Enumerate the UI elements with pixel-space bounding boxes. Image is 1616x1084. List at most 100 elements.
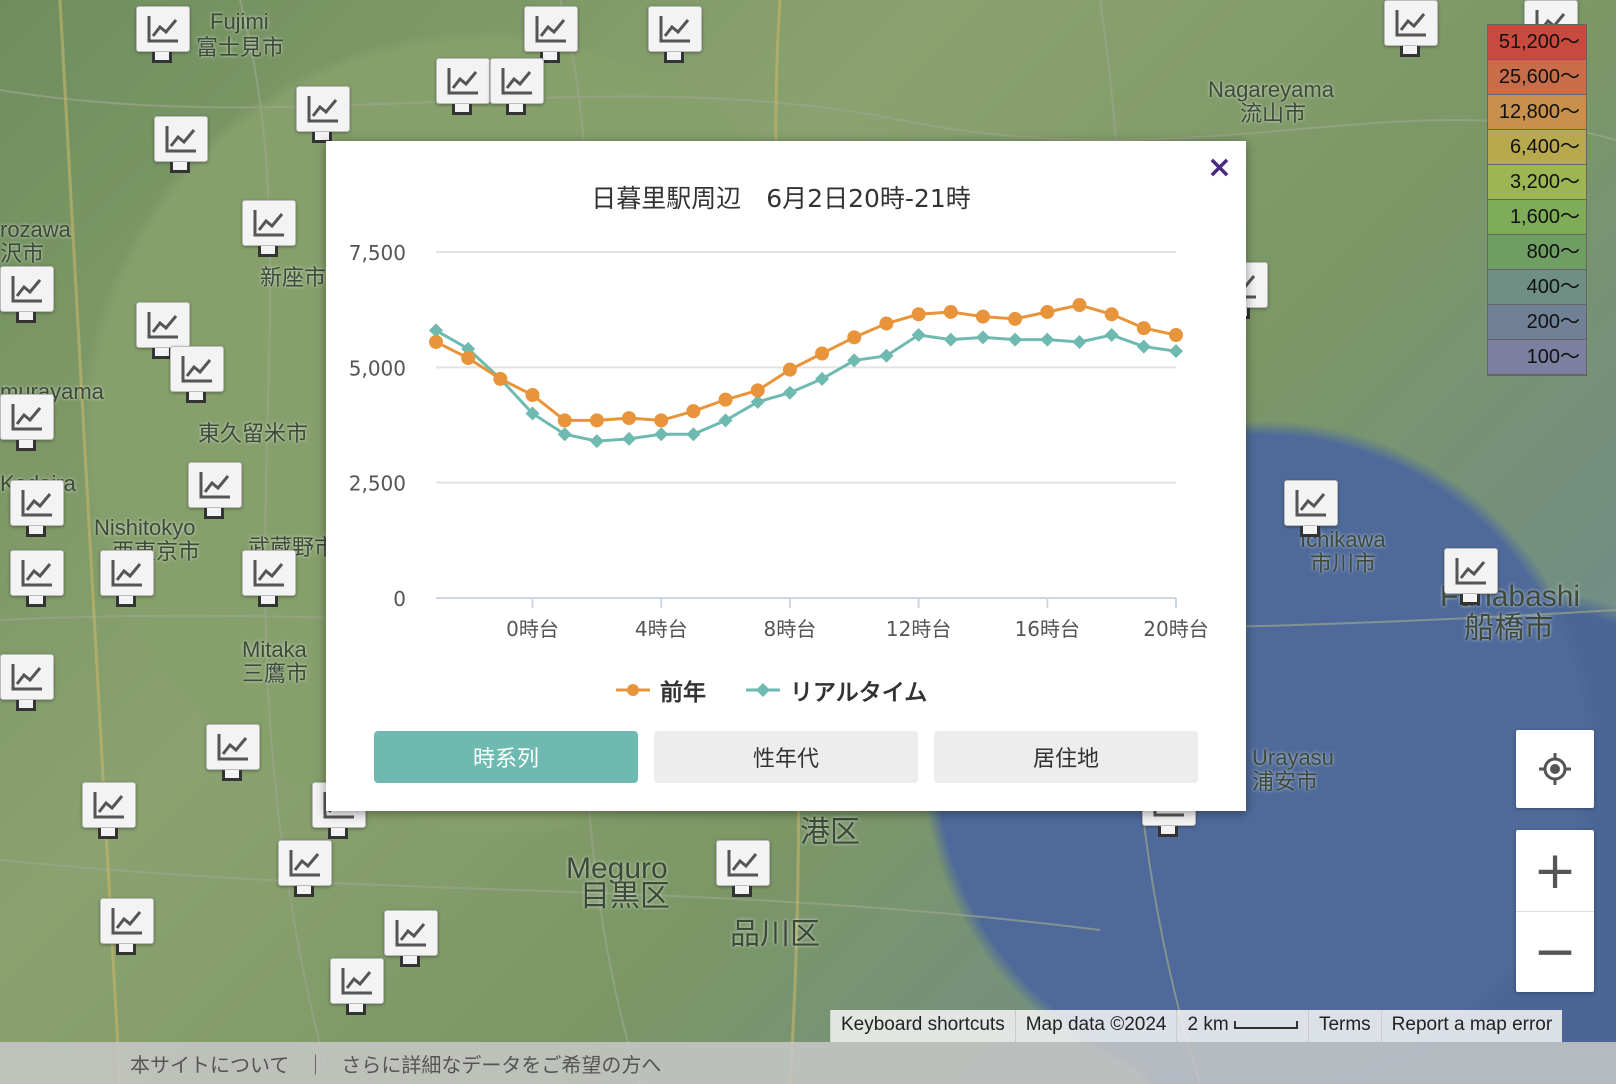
area-chart-pin[interactable] [0, 394, 54, 451]
map-place-label: 目黒区 [580, 880, 670, 913]
line-chart-icon [111, 908, 142, 935]
zoom-out-button[interactable]: − [1516, 912, 1594, 992]
zoom-in-button[interactable]: + [1516, 831, 1594, 912]
area-chart-pin[interactable] [436, 58, 490, 115]
y-tick-label: 0 [393, 587, 406, 611]
data-point[interactable] [718, 392, 733, 407]
data-point[interactable] [1169, 328, 1183, 343]
population-legend: 51,200〜 25,600〜 12,800〜 6,400〜 3,200〜 1,600〜 8… [1487, 24, 1587, 376]
area-chart-pin[interactable] [524, 6, 578, 63]
data-point[interactable] [718, 413, 733, 428]
data-point[interactable] [686, 427, 701, 442]
data-point[interactable] [1169, 344, 1183, 359]
data-point[interactable] [654, 413, 669, 428]
data-point[interactable] [525, 388, 540, 403]
area-chart-pin[interactable] [136, 6, 190, 63]
legend-last-year[interactable]: 前年 [616, 673, 706, 707]
area-chart-pin[interactable] [10, 480, 64, 537]
line-chart-icon [217, 734, 248, 761]
data-point[interactable] [879, 316, 894, 331]
area-chart-pin[interactable] [154, 116, 208, 173]
about-link[interactable]: 本サイトについて [130, 1049, 289, 1078]
area-chart-pin[interactable] [1444, 548, 1498, 605]
data-point[interactable] [622, 431, 637, 446]
data-point[interactable] [847, 353, 862, 368]
area-chart-pin[interactable] [82, 782, 136, 839]
data-point[interactable] [589, 434, 604, 449]
close-icon[interactable]: × [1207, 153, 1232, 183]
data-point[interactable] [782, 385, 797, 400]
area-chart-pin[interactable] [0, 266, 54, 323]
data-point[interactable] [493, 371, 508, 386]
area-chart-pin[interactable] [0, 654, 54, 711]
area-chart-pin[interactable] [100, 898, 154, 955]
tab-timeseries[interactable]: 時系列 [374, 731, 638, 783]
data-point[interactable] [622, 411, 637, 426]
data-point[interactable] [654, 427, 669, 442]
data-point[interactable] [1008, 332, 1023, 347]
area-chart-pin[interactable] [136, 302, 190, 359]
data-point[interactable] [686, 404, 701, 419]
area-chart-pin[interactable] [278, 840, 332, 897]
data-point[interactable] [1040, 332, 1055, 347]
area-chart-pin[interactable] [1384, 0, 1438, 57]
data-point[interactable] [782, 362, 797, 377]
legend-row: 800〜 [1488, 235, 1586, 270]
map-place-label: 浦安市 [1252, 769, 1319, 794]
data-point[interactable] [1072, 334, 1087, 349]
line-chart-icon [147, 16, 178, 43]
line-chart-icon [727, 850, 758, 877]
area-chart-pin[interactable] [242, 200, 296, 257]
data-point[interactable] [1072, 298, 1087, 313]
area-chart-pin[interactable] [384, 910, 438, 967]
area-chart-pin[interactable] [330, 958, 384, 1015]
map-place-label: 市川市 [1310, 551, 1377, 576]
data-point[interactable] [461, 351, 476, 366]
data-point[interactable] [1104, 328, 1119, 343]
data-point[interactable] [847, 330, 862, 345]
line-chart-icon [535, 16, 566, 43]
legend-row: 100〜 [1488, 340, 1586, 375]
report-error-link[interactable]: Report a map error [1380, 1010, 1563, 1042]
circle-marker-icon [616, 684, 650, 696]
data-point[interactable] [975, 330, 990, 345]
keyboard-shortcuts-link[interactable]: Keyboard shortcuts [830, 1010, 1015, 1042]
data-point[interactable] [1136, 339, 1151, 354]
zoom-controls: + − [1516, 830, 1594, 992]
area-chart-pin[interactable] [170, 346, 224, 403]
data-point[interactable] [1040, 304, 1055, 319]
line-chart-icon [165, 126, 196, 153]
area-chart-pin[interactable] [242, 550, 296, 607]
data-point[interactable] [911, 307, 926, 322]
data-point[interactable] [815, 346, 830, 361]
area-chart-pin[interactable] [648, 6, 702, 63]
area-chart-pin[interactable] [716, 840, 770, 897]
more-data-link[interactable]: さらに詳細なデータをご希望の方へ [341, 1049, 661, 1078]
data-point[interactable] [815, 371, 830, 386]
terms-link[interactable]: Terms [1307, 1010, 1381, 1042]
data-point[interactable] [557, 413, 572, 428]
legend-realtime[interactable]: リアルタイム [746, 673, 927, 707]
tab-residence[interactable]: 居住地 [934, 731, 1198, 783]
data-point[interactable] [943, 304, 958, 319]
data-point[interactable] [589, 413, 604, 428]
data-point[interactable] [943, 332, 958, 347]
area-chart-pin[interactable] [490, 58, 544, 115]
area-chart-pin[interactable] [296, 86, 350, 143]
scale-bar[interactable]: 2 km [1176, 1010, 1308, 1042]
data-point[interactable] [429, 334, 443, 349]
data-point[interactable] [750, 383, 765, 398]
area-chart-pin[interactable] [1284, 480, 1338, 537]
data-point[interactable] [1136, 321, 1151, 336]
data-point[interactable] [975, 309, 990, 324]
area-chart-pin[interactable] [100, 550, 154, 607]
area-chart-pin[interactable] [188, 462, 242, 519]
data-point[interactable] [1104, 307, 1119, 322]
line-chart-icon [1455, 558, 1486, 585]
data-point[interactable] [1008, 311, 1023, 326]
legend-row: 25,600〜 [1488, 60, 1586, 95]
my-location-button[interactable] [1516, 730, 1594, 808]
area-chart-pin[interactable] [206, 724, 260, 781]
tab-gender-age[interactable]: 性年代 [654, 731, 918, 783]
area-chart-pin[interactable] [10, 550, 64, 607]
